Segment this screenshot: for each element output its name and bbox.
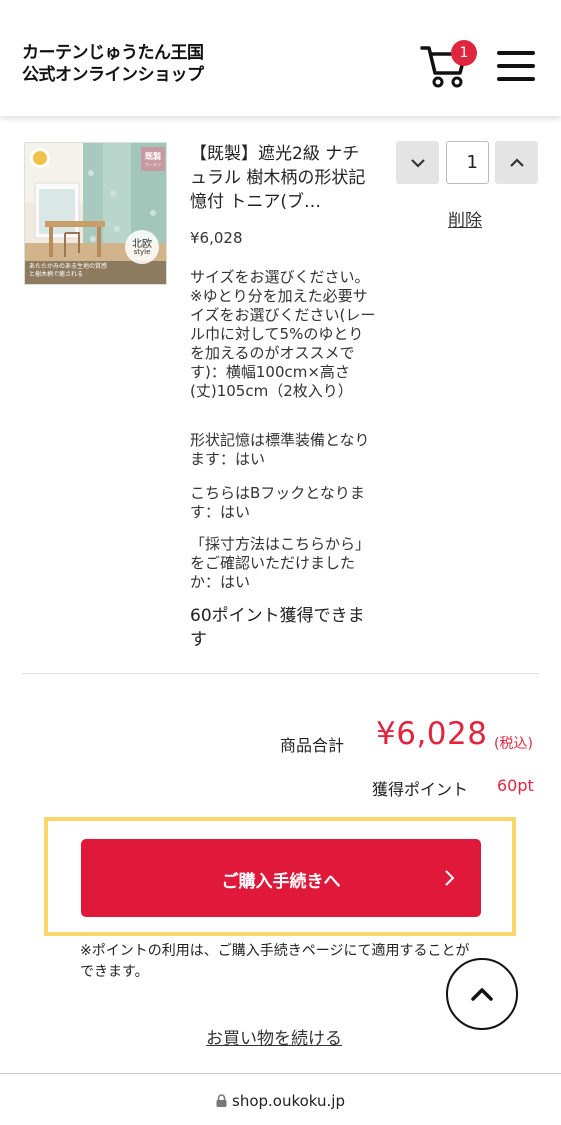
subtotal-label: 商品合計 (280, 736, 345, 755)
thumbnail-badge-sub: style (133, 248, 151, 256)
delete-link[interactable]: 削除 (448, 206, 482, 231)
thumbnail-caption: あたたかみのある生地の質感と樹木柄で癒される (29, 263, 108, 278)
thumbnail-tag: 既製 (145, 152, 161, 161)
checkout-button-label: ご購入手続きへ (221, 872, 341, 892)
quantity-increase-button[interactable] (495, 141, 538, 184)
points-note: ※ポイントの利用は、ご購入手続きページにて適用することができます。 (80, 943, 470, 980)
continue-shopping-link[interactable]: お買い物を続ける (206, 1024, 342, 1049)
chevron-up-icon (471, 988, 493, 1001)
product-points-text: 60ポイント獲得できます (190, 606, 365, 650)
site-header: カーテンじゅうたん王国 公式オンラインショップ 1 (0, 0, 561, 116)
product-option-size: サイズをお選びください。※ゆとり分を加えた必要サイズをお選びください(レール巾に… (190, 268, 376, 400)
lock-icon (216, 1094, 227, 1107)
browser-url-bar[interactable]: shop.oukoku.jp (0, 1073, 561, 1125)
product-title[interactable]: 【既製】遮光2級 ナチュラル 樹木柄の形状記憶付 トニア(ブ… (190, 142, 376, 214)
earned-points-label: 獲得ポイント (372, 780, 469, 799)
product-option-shape-memory: 形状記憶は標準装備となります：はい (190, 431, 370, 468)
quantity-input[interactable]: 1 (446, 141, 489, 184)
logo-line-1: カーテンじゅうたん王国 (22, 43, 204, 63)
hamburger-menu-icon[interactable] (497, 51, 535, 81)
cart-count-badge: 1 (451, 40, 477, 66)
subtotal-value: ¥6,028 (376, 716, 488, 752)
quantity-decrease-button[interactable] (396, 141, 439, 184)
logo-line-2: 公式オンラインショップ (22, 65, 204, 85)
divider (22, 673, 539, 674)
chevron-down-icon (410, 158, 425, 168)
product-option-measurement: 「採寸方法はこちらから」をご確認いただけましたか：はい (190, 535, 371, 591)
checkout-button[interactable]: ご購入手続きへ (81, 839, 481, 917)
earned-points-value: 60pt (497, 776, 534, 795)
scroll-to-top-button[interactable] (446, 958, 518, 1030)
product-option-hook: こちらはBフックとなります：はい (190, 484, 365, 521)
product-thumbnail[interactable]: 既製 カーテン 北欧 style あたたかみのある生地の質感と樹木柄で癒される (24, 142, 167, 285)
product-price: ¥6,028 (190, 229, 243, 247)
site-logo[interactable]: カーテンじゅうたん王国 公式オンラインショップ (22, 42, 222, 86)
chevron-right-icon (445, 870, 455, 886)
url-text: shop.oukoku.jp (232, 1092, 345, 1110)
tax-included-label: (税込) (494, 736, 533, 752)
chevron-up-icon (509, 157, 524, 167)
thumbnail-tag-sub: カーテン (145, 162, 161, 167)
